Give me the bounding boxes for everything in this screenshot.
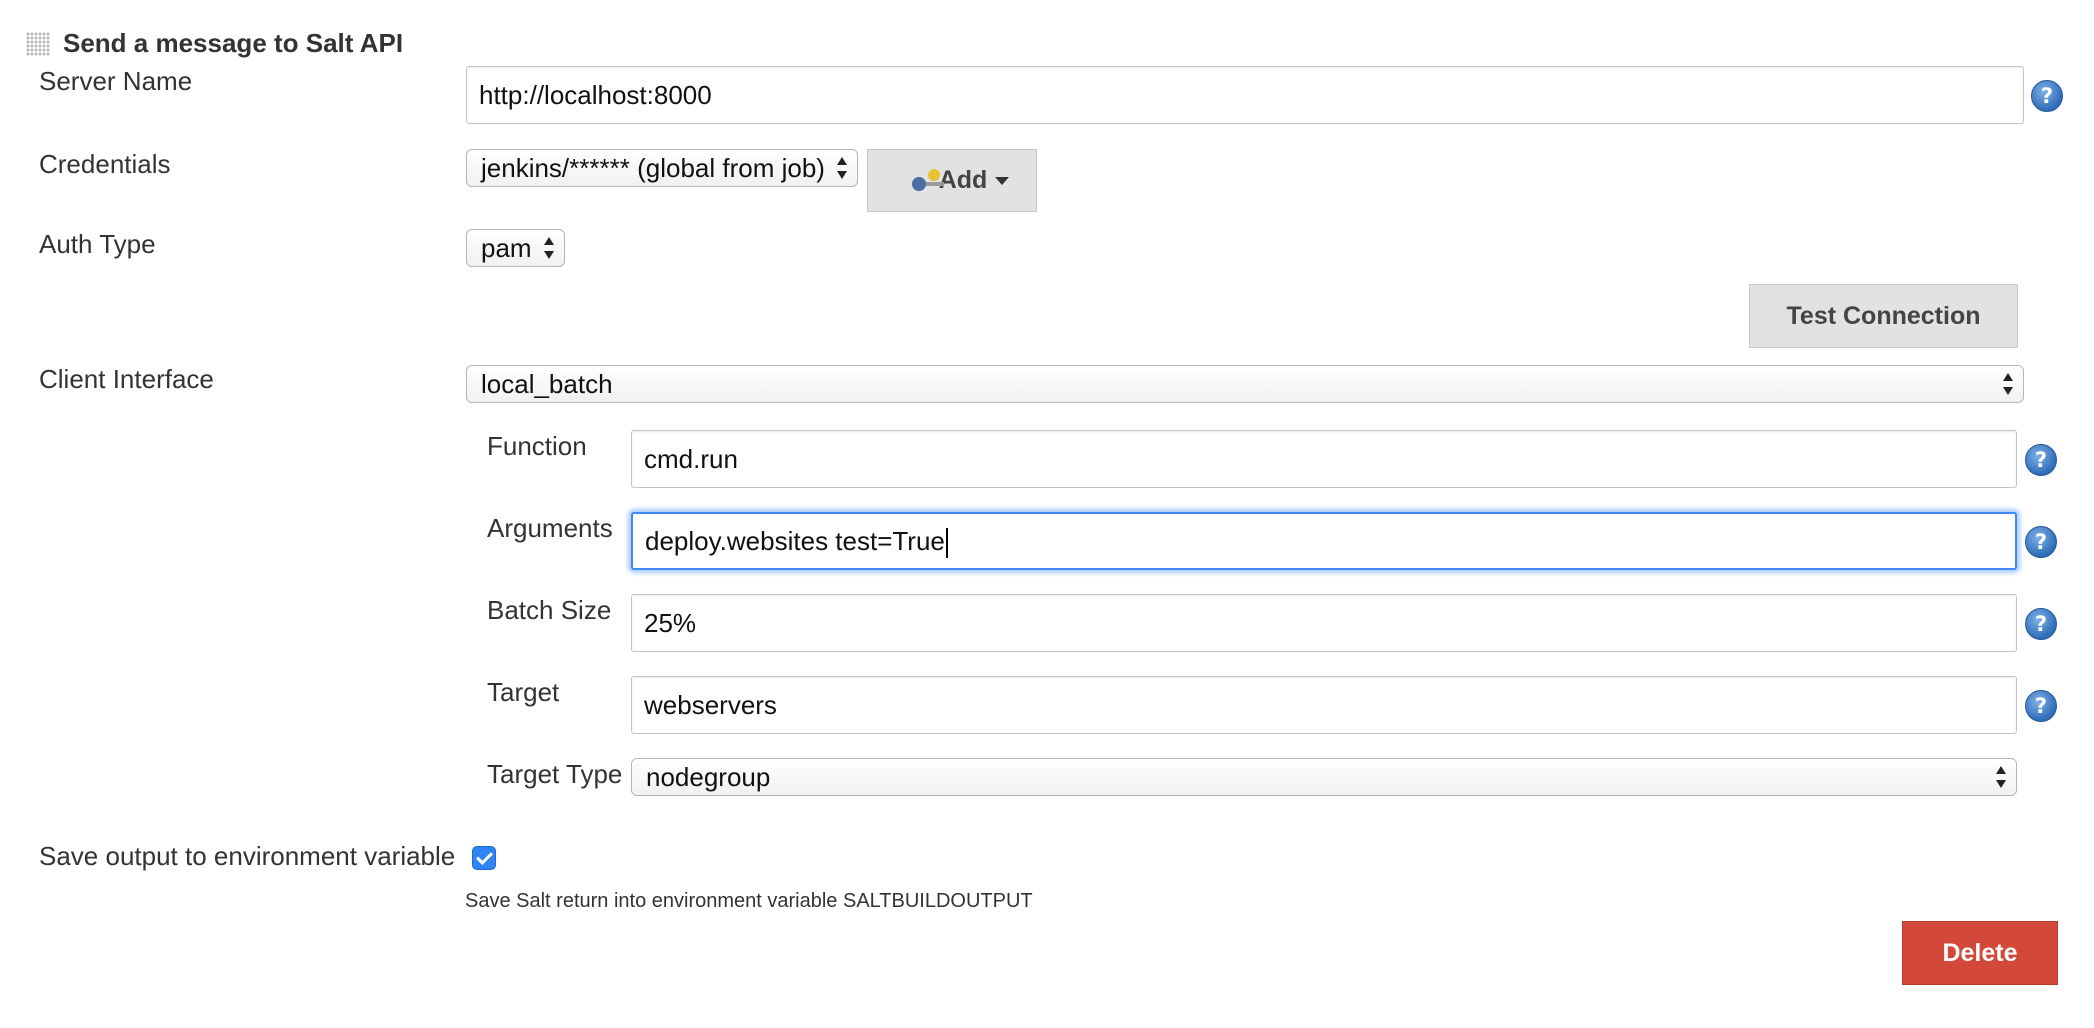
function-value: cmd.run bbox=[644, 444, 738, 474]
target-type-selected: nodegroup bbox=[646, 761, 771, 792]
credentials-selected: jenkins/****** (global from job) bbox=[481, 152, 825, 183]
drag-handle-icon[interactable] bbox=[26, 32, 50, 56]
chevron-down-icon bbox=[995, 176, 1010, 185]
select-arrows-icon bbox=[544, 237, 554, 259]
select-arrows-icon bbox=[837, 157, 847, 179]
arguments-label: Arguments bbox=[487, 513, 613, 543]
server-name-value: http://localhost:8000 bbox=[479, 80, 712, 110]
server-name-label: Server Name bbox=[39, 66, 193, 96]
add-credentials-button[interactable]: Add bbox=[867, 149, 1037, 212]
auth-type-selected: pam bbox=[481, 232, 532, 263]
batch-size-input[interactable]: 25% bbox=[631, 594, 2017, 652]
test-connection-button[interactable]: Test Connection bbox=[1749, 284, 2018, 348]
client-interface-label: Client Interface bbox=[39, 364, 214, 394]
save-output-label: Save output to environment variable bbox=[39, 841, 456, 871]
target-input[interactable]: webservers bbox=[631, 676, 2017, 734]
target-label: Target bbox=[487, 677, 560, 707]
client-interface-select[interactable]: local_batch bbox=[466, 365, 2024, 403]
section-title: Send a message to Salt API bbox=[63, 28, 404, 58]
batch-size-value: 25% bbox=[644, 608, 697, 638]
target-value: webservers bbox=[644, 690, 777, 720]
help-icon[interactable]: ? bbox=[2025, 690, 2057, 722]
text-cursor bbox=[945, 528, 948, 559]
function-label: Function bbox=[487, 431, 587, 461]
select-arrows-icon bbox=[1996, 766, 2006, 788]
target-type-label: Target Type bbox=[487, 759, 623, 789]
arguments-input[interactable]: deploy.websites test=True bbox=[631, 512, 2017, 570]
credentials-select[interactable]: jenkins/****** (global from job) bbox=[466, 149, 858, 187]
auth-type-select[interactable]: pam bbox=[466, 229, 565, 267]
help-icon[interactable]: ? bbox=[2025, 608, 2057, 640]
delete-button[interactable]: Delete bbox=[1902, 921, 2058, 985]
credentials-label: Credentials bbox=[39, 149, 171, 179]
key-icon bbox=[912, 169, 946, 195]
auth-type-label: Auth Type bbox=[39, 229, 156, 259]
target-type-select[interactable]: nodegroup bbox=[631, 758, 2017, 796]
help-icon[interactable]: ? bbox=[2025, 444, 2057, 476]
arguments-value: deploy.websites test=True bbox=[645, 526, 945, 556]
function-input[interactable]: cmd.run bbox=[631, 430, 2017, 488]
select-arrows-icon bbox=[2003, 373, 2013, 395]
save-output-checkbox[interactable] bbox=[472, 846, 496, 870]
client-interface-selected: local_batch bbox=[481, 368, 613, 399]
save-output-description: Save Salt return into environment variab… bbox=[465, 890, 1033, 912]
help-icon[interactable]: ? bbox=[2025, 526, 2057, 558]
help-icon[interactable]: ? bbox=[2031, 80, 2063, 112]
server-name-input[interactable]: http://localhost:8000 bbox=[466, 66, 2024, 124]
batch-size-label: Batch Size bbox=[487, 595, 612, 625]
